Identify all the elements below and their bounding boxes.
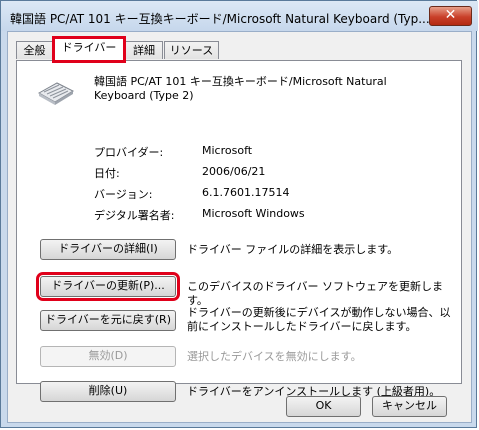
driver-details-button[interactable]: ドライバーの詳細(I) (40, 239, 176, 260)
ok-button[interactable]: OK (286, 396, 361, 417)
signer-label: デジタル署名者: (94, 209, 175, 222)
uninstall-driver-button[interactable]: 削除(U) (40, 381, 176, 402)
provider-label: プロバイダー: (94, 146, 164, 159)
properties-dialog: 韓国語 PC/AT 101 キー互換キーボード/Microsoft Natura… (0, 0, 478, 428)
driver-tab-panel: 韓国語 PC/AT 101 キー互換キーボード/Microsoft Natura… (16, 60, 462, 402)
tab-details[interactable]: 詳細 (125, 41, 163, 59)
cancel-button[interactable]: キャンセル (372, 396, 447, 417)
update-driver-description: このデバイスのドライバー ソフトウェアを更新します。 (187, 280, 443, 307)
version-label: バージョン: (94, 188, 153, 201)
date-value: 2006/06/21 (202, 165, 266, 178)
rollback-driver-button[interactable]: ドライバーを元に戻す(R) (40, 310, 176, 331)
disable-device-description: 選択したデバイスを無効にします。 (187, 350, 362, 363)
date-label: 日付: (94, 167, 120, 180)
tab-general[interactable]: 全般 (16, 41, 53, 59)
disable-device-button[interactable]: 無効(D) (40, 346, 176, 367)
title-bar[interactable]: 韓国語 PC/AT 101 キー互換キーボード/Microsoft Natura… (1, 1, 478, 31)
dialog-body: 全般 ドライバー 詳細 リソース 韓国語 PC/AT 101 キー互換キーボード… (7, 31, 472, 423)
tab-resources[interactable]: リソース (164, 41, 219, 59)
version-value: 6.1.7601.17514 (202, 186, 290, 199)
device-name: 韓国語 PC/AT 101 キー互換キーボード/Microsoft Natura… (94, 75, 387, 102)
close-button[interactable]: ✕ (429, 6, 472, 26)
tab-driver[interactable]: ドライバー (52, 36, 126, 63)
signer-value: Microsoft Windows (202, 207, 305, 220)
provider-value: Microsoft (202, 144, 253, 157)
close-icon: ✕ (444, 7, 457, 23)
keyboard-icon (37, 82, 75, 105)
driver-details-description: ドライバー ファイルの詳細を表示します。 (187, 243, 399, 256)
rollback-driver-description: ドライバーの更新後にデバイスが動作しない場合、以前にインストールしたドライバーに… (187, 306, 451, 333)
update-driver-button[interactable]: ドライバーの更新(P)... (36, 272, 180, 301)
window-title: 韓国語 PC/AT 101 キー互換キーボード/Microsoft Natura… (10, 12, 430, 26)
